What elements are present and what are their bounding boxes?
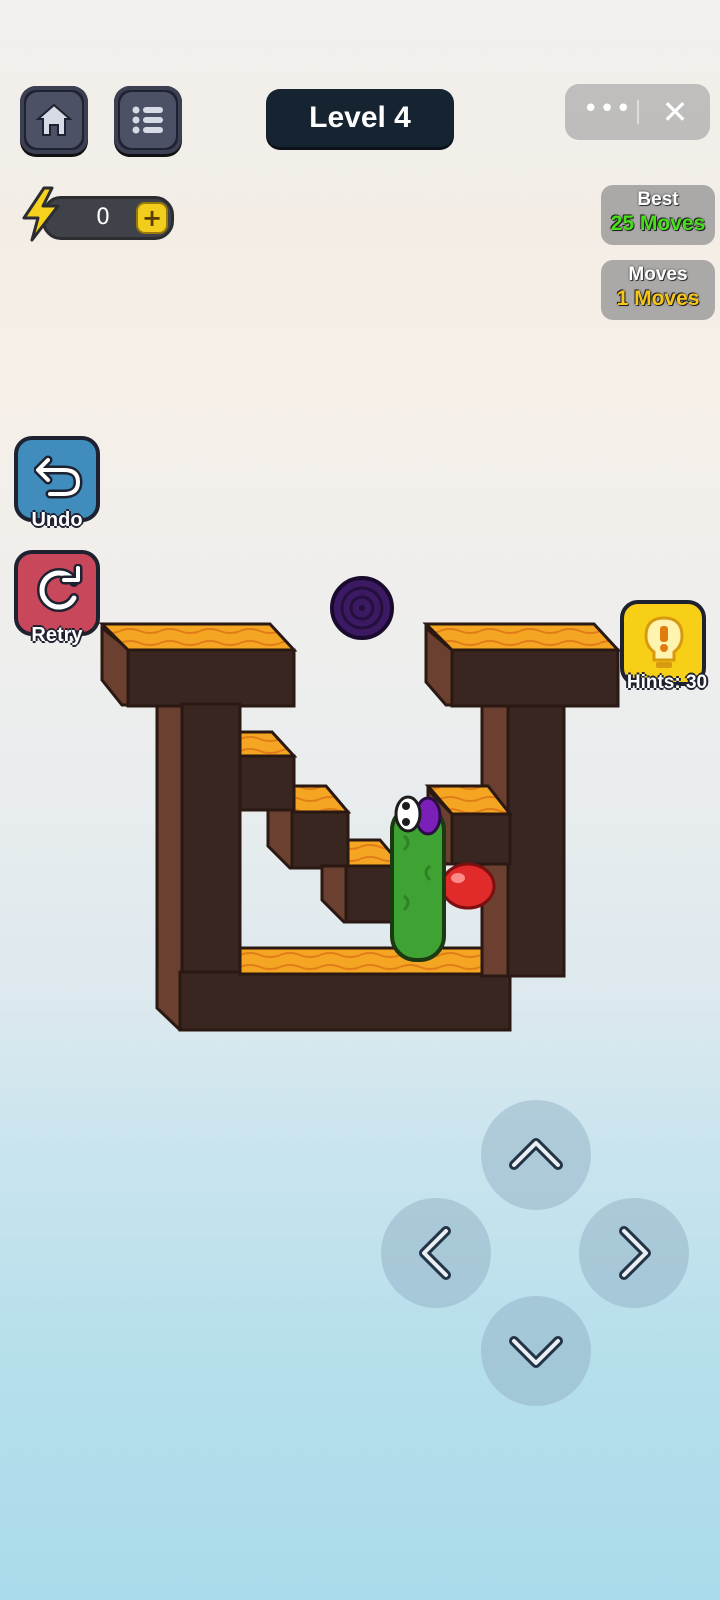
moves-value: 1 Moves (616, 287, 700, 310)
level-list-button[interactable] (114, 86, 182, 154)
move-down-button[interactable] (481, 1296, 591, 1406)
arrow-up-icon (509, 1138, 563, 1170)
best-label: Best (637, 189, 679, 210)
apple-item (440, 862, 496, 910)
left-bar-top (98, 622, 298, 652)
step-1-top (238, 730, 298, 758)
right-bar-front (450, 648, 620, 708)
more-dots-icon[interactable]: ••• (583, 90, 631, 134)
miniprogram-capsule: ••• ✕ (565, 84, 710, 140)
step-3-side (320, 864, 350, 924)
move-right-button[interactable] (579, 1198, 689, 1308)
arrow-down-icon (509, 1336, 563, 1368)
right-pillar-front (506, 702, 566, 978)
home-button[interactable] (20, 86, 88, 154)
add-energy-button[interactable]: + (136, 202, 168, 234)
undo-label: Undo (31, 509, 83, 531)
level-title: Level 4 (266, 89, 454, 147)
step-1-front (238, 754, 296, 812)
energy-value: 0 (96, 205, 110, 230)
lightning-icon (22, 186, 60, 242)
game-board (98, 576, 622, 1032)
step-2-top (292, 784, 352, 814)
best-value: 25 Moves (610, 212, 706, 235)
step-2-side (266, 808, 296, 870)
portal-goal (330, 576, 394, 640)
best-moves-box: Best 25 Moves (601, 185, 715, 245)
move-left-button[interactable] (381, 1198, 491, 1308)
bottom-floor-front (178, 970, 512, 1032)
move-up-button[interactable] (481, 1100, 591, 1210)
close-icon[interactable]: ✕ (651, 90, 699, 134)
moves-label: Moves (628, 264, 688, 285)
right-ledge-front (450, 812, 512, 866)
home-icon (35, 103, 73, 136)
current-moves-box: Moves 1 Moves (601, 260, 715, 320)
capsule-divider (637, 100, 639, 124)
arrow-left-icon (419, 1226, 451, 1280)
worm-player[interactable] (390, 795, 446, 962)
arrow-right-icon (619, 1226, 651, 1280)
bottom-floor-top (238, 946, 514, 976)
step-2-front (290, 810, 350, 870)
undo-icon (34, 455, 83, 499)
right-bar-top (422, 622, 622, 652)
list-icon (132, 106, 163, 134)
left-bar-front (126, 648, 296, 708)
